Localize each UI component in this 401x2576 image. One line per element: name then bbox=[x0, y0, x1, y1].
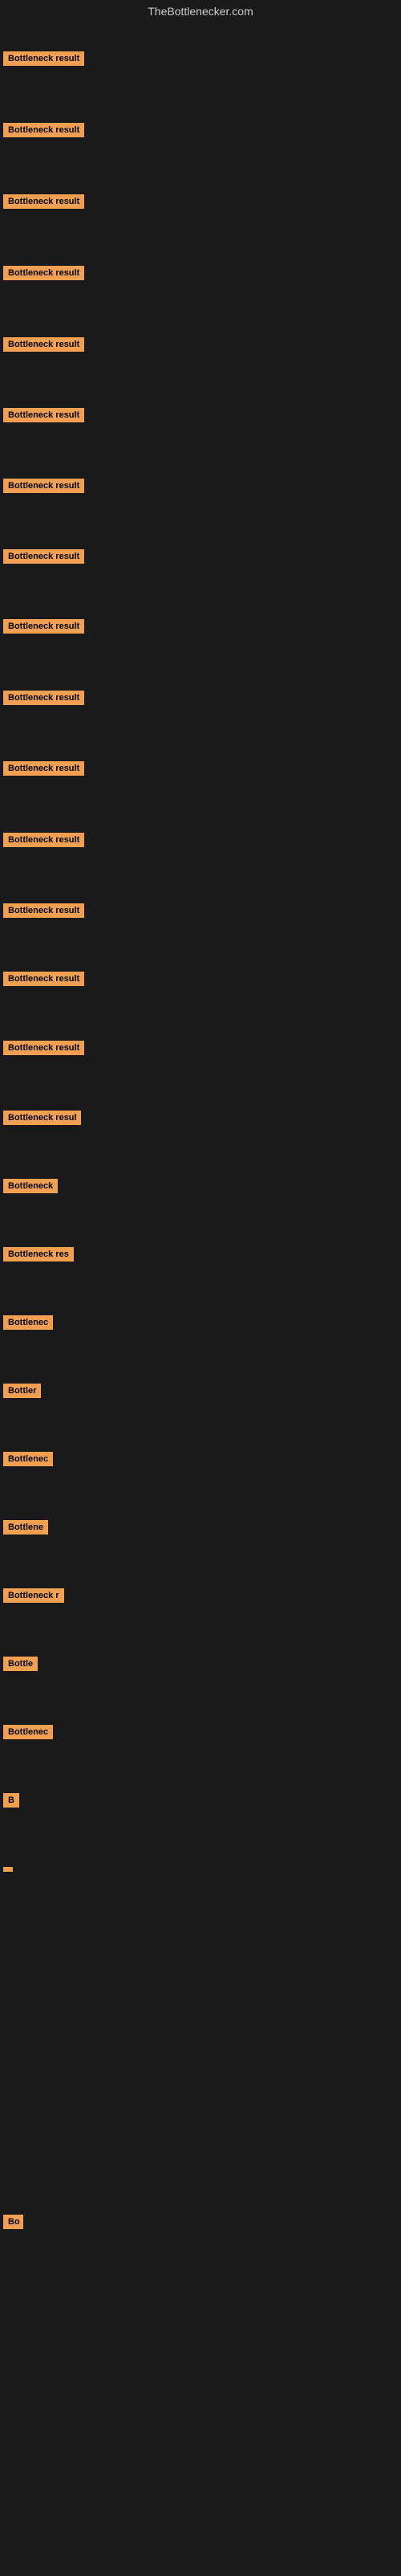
bottleneck-badge[interactable]: Bottlenec bbox=[3, 1315, 53, 1330]
bottleneck-row: Bottleneck result bbox=[3, 408, 84, 426]
bottleneck-row: Bottleneck result bbox=[3, 194, 84, 213]
bottleneck-row: Bottleneck res bbox=[3, 1247, 74, 1266]
bottleneck-row: Bottleneck result bbox=[3, 761, 84, 780]
bottleneck-badge[interactable]: Bottleneck result bbox=[3, 123, 84, 137]
bottleneck-badge[interactable]: Bottleneck result bbox=[3, 337, 84, 352]
bottleneck-badge[interactable]: Bottle bbox=[3, 1657, 38, 1671]
bottleneck-badge[interactable]: Bottleneck result bbox=[3, 761, 84, 776]
bottleneck-badge[interactable]: Bo bbox=[3, 2215, 23, 2229]
bottleneck-badge[interactable]: Bottleneck result bbox=[3, 903, 84, 918]
bottleneck-row: Bo bbox=[3, 2215, 23, 2233]
bottleneck-row: Bottler bbox=[3, 1384, 41, 1402]
bottleneck-row: Bottleneck result bbox=[3, 691, 84, 709]
site-title: TheBottlenecker.com bbox=[0, 0, 401, 22]
bottleneck-badge[interactable]: Bottleneck bbox=[3, 1179, 58, 1193]
bottleneck-badge[interactable]: Bottleneck result bbox=[3, 972, 84, 986]
bottleneck-badge[interactable]: Bottleneck result bbox=[3, 194, 84, 209]
bottleneck-badge[interactable]: Bottleneck result bbox=[3, 266, 84, 280]
bottleneck-row: Bottleneck result bbox=[3, 903, 84, 922]
bottleneck-badge[interactable]: Bottleneck res bbox=[3, 1247, 74, 1262]
bottleneck-row: Bottleneck result bbox=[3, 1041, 84, 1059]
bottleneck-row: Bottlenec bbox=[3, 1725, 53, 1743]
bottleneck-badge[interactable]: Bottleneck result bbox=[3, 1041, 84, 1055]
bottleneck-row: Bottleneck resul bbox=[3, 1111, 81, 1129]
bottleneck-badge[interactable]: Bottlene bbox=[3, 1520, 48, 1535]
bottleneck-badge[interactable]: Bottleneck r bbox=[3, 1588, 64, 1603]
bottleneck-row: Bottlenec bbox=[3, 1315, 53, 1334]
bottleneck-row: Bottleneck result bbox=[3, 833, 84, 851]
bottleneck-badge[interactable]: Bottlenec bbox=[3, 1725, 53, 1739]
bottleneck-badge[interactable]: Bottler bbox=[3, 1384, 41, 1398]
bottleneck-row: Bottlenec bbox=[3, 1452, 53, 1470]
bottleneck-badge[interactable]: B bbox=[3, 1793, 19, 1808]
bottleneck-row: Bottleneck result bbox=[3, 337, 84, 356]
bottleneck-row: Bottleneck result bbox=[3, 479, 84, 497]
bottleneck-row: Bottleneck result bbox=[3, 619, 84, 638]
bottleneck-row: Bottlene bbox=[3, 1520, 48, 1539]
bottleneck-row: Bottleneck result bbox=[3, 51, 84, 70]
bottleneck-row: Bottleneck result bbox=[3, 266, 84, 284]
bottleneck-row: Bottleneck result bbox=[3, 972, 84, 990]
bottleneck-row: Bottleneck bbox=[3, 1179, 58, 1197]
bottleneck-badge[interactable]: Bottleneck result bbox=[3, 833, 84, 847]
bottleneck-row: B bbox=[3, 1793, 19, 1812]
bottleneck-row: Bottle bbox=[3, 1657, 38, 1675]
bottleneck-badge[interactable]: Bottlenec bbox=[3, 1452, 53, 1466]
bottleneck-badge[interactable]: Bottleneck resul bbox=[3, 1111, 81, 1125]
bottleneck-badge[interactable]: Bottleneck result bbox=[3, 691, 84, 705]
bottleneck-row: Bottleneck result bbox=[3, 549, 84, 568]
bottleneck-row: Bottleneck result bbox=[3, 123, 84, 141]
bottleneck-badge[interactable]: Bottleneck result bbox=[3, 479, 84, 493]
bottleneck-row bbox=[3, 1861, 13, 1876]
bottleneck-badge[interactable]: Bottleneck result bbox=[3, 619, 84, 634]
bottleneck-row: Bottleneck r bbox=[3, 1588, 64, 1607]
bottleneck-badge[interactable]: Bottleneck result bbox=[3, 408, 84, 422]
bottleneck-badge[interactable]: Bottleneck result bbox=[3, 51, 84, 66]
bottleneck-badge[interactable] bbox=[3, 1867, 13, 1872]
bottleneck-badge[interactable]: Bottleneck result bbox=[3, 549, 84, 564]
